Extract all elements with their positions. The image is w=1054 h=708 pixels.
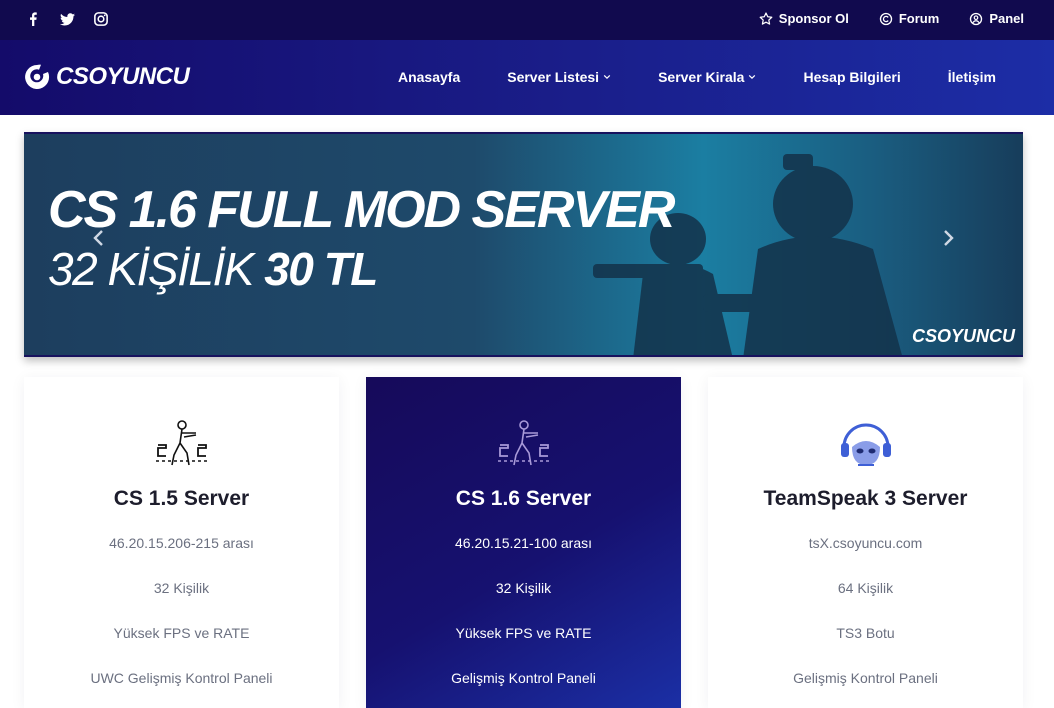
card-title: TeamSpeak 3 Server [763, 487, 968, 510]
instagram-icon[interactable] [92, 10, 110, 28]
banner-headline: CS 1.6 FULL MOD SERVER [48, 181, 675, 239]
card-feature: 46.20.15.21-100 arası [455, 535, 592, 551]
menu-item-anasayfa[interactable]: Anasayfa [398, 69, 460, 85]
card-feature: Yüksek FPS ve RATE [113, 625, 250, 641]
menu-item-iletisim[interactable]: İletişim [948, 69, 996, 85]
card-title: CS 1.5 Server [113, 487, 250, 510]
site-logo[interactable]: CSOYUNCU [24, 63, 190, 91]
card-feature: TS3 Botu [836, 625, 895, 641]
teamspeak-icon [840, 423, 891, 466]
menu-item-label: Server Kirala [658, 69, 745, 85]
menu-item-server-listesi[interactable]: Server Listesi [507, 69, 611, 85]
chevron-right-icon [944, 230, 954, 246]
menu-item-label: İletişim [947, 69, 996, 85]
soldiers-illustration [593, 154, 902, 355]
menu-item-server-kirala[interactable]: Server Kirala [658, 69, 756, 85]
banner-capacity: 32 KİŞİLİK [48, 243, 254, 295]
chevron-down-icon [749, 74, 756, 80]
card-feature: UWC Gelişmiş Kontrol Paneli [90, 670, 273, 686]
card-cs15[interactable]: CS 1.5 Server 46.20.15.206-215 arası 32 … [24, 377, 339, 708]
panel-link[interactable]: Panel [969, 11, 1024, 26]
slider-prev-button[interactable] [86, 226, 110, 250]
chevron-left-icon [93, 230, 103, 246]
logo-text: CSOYUNCU [56, 63, 190, 90]
menu-item-hesap-bilgileri[interactable]: Hesap Bilgileri [803, 69, 900, 85]
top-links: Sponsor Ol Forum Panel [759, 11, 1024, 26]
counter-strike-icon [497, 420, 550, 466]
panel-icon [970, 12, 983, 25]
forum-link-label: Forum [898, 11, 940, 26]
menu-item-label: Anasayfa [397, 69, 461, 85]
logo-mark-icon [25, 64, 50, 89]
forum-icon [879, 12, 893, 25]
server-cards: CS 1.5 Server 46.20.15.206-215 arası 32 … [24, 377, 1023, 708]
slider-next-button[interactable] [937, 226, 961, 250]
card-feature: Gelişmiş Kontrol Paneli [451, 670, 596, 686]
star-icon [759, 11, 773, 25]
sponsor-link-label: Sponsor Ol [778, 11, 849, 26]
twitter-icon[interactable] [58, 10, 76, 28]
card-teamspeak[interactable]: TeamSpeak 3 Server tsX.csoyuncu.com 64 K… [708, 377, 1023, 708]
top-bar: Sponsor Ol Forum Panel [0, 0, 1054, 40]
card-cs16[interactable]: CS 1.6 Server 46.20.15.21-100 arası 32 K… [366, 377, 681, 708]
banner-brand: CSOYUNCU [911, 326, 1015, 346]
facebook-icon[interactable] [24, 10, 42, 28]
card-feature: Yüksek FPS ve RATE [455, 625, 592, 641]
card-feature: Gelişmiş Kontrol Paneli [793, 670, 938, 686]
counter-strike-icon [155, 420, 208, 466]
forum-link[interactable]: Forum [879, 11, 939, 26]
card-title: CS 1.6 Server [455, 487, 592, 510]
main-navbar: CSOYUNCU Anasayfa Server Listesi Server … [0, 40, 1054, 115]
menu-item-label: Server Listesi [507, 69, 600, 85]
panel-link-label: Panel [989, 11, 1024, 26]
banner-price: 30 TL [264, 243, 378, 295]
card-feature: tsX.csoyuncu.com [808, 535, 923, 551]
sponsor-link[interactable]: Sponsor Ol [759, 11, 849, 26]
menu-item-label: Hesap Bilgileri [803, 69, 901, 85]
card-feature: 46.20.15.206-215 arası [109, 535, 254, 551]
hero-banner[interactable]: CS 1.6 FULL MOD SERVER 32 KİŞİLİK 30 TL … [24, 132, 1023, 357]
banner-subheadline: 32 KİŞİLİK 30 TL [48, 243, 378, 295]
card-feature: 64 Kişilik [837, 580, 894, 596]
card-feature: 32 Kişilik [153, 580, 210, 596]
main-menu: Anasayfa Server Listesi Server Kirala He… [398, 69, 996, 85]
social-links [24, 10, 110, 28]
chevron-down-icon [603, 74, 611, 80]
card-feature: 32 Kişilik [495, 580, 552, 596]
